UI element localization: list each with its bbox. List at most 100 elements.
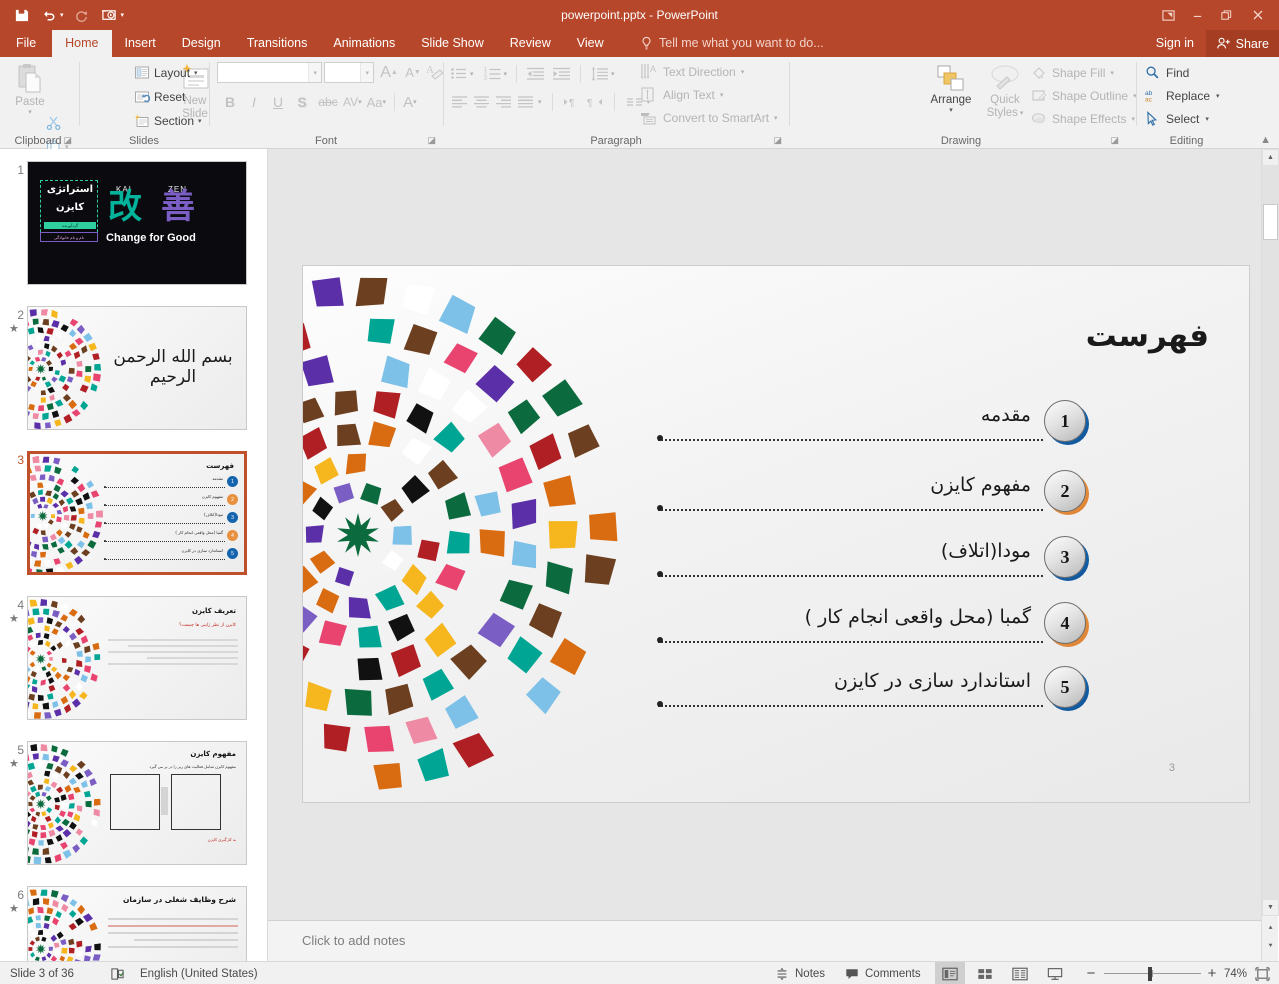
language-indicator[interactable]: English (United States) — [140, 962, 258, 984]
align-right-button[interactable] — [494, 95, 513, 109]
line-spacing-dropdown-icon[interactable]: ▾ — [611, 70, 615, 78]
stage-scroll-down-button[interactable]: ▼ — [1262, 899, 1279, 916]
change-case-dropdown-icon[interactable]: ▾ — [383, 98, 387, 106]
change-case-button[interactable]: Aa ▾ — [367, 95, 386, 110]
tab-design[interactable]: Design — [169, 30, 234, 57]
tell-me-search[interactable]: Tell me what you want to do... — [640, 30, 824, 57]
text-shadow-button[interactable]: S — [291, 94, 313, 110]
toc-item-2[interactable]: مفهوم کایزن 2 — [657, 470, 1089, 528]
replace-button[interactable]: ab ac Replace ▾ — [1145, 88, 1220, 104]
font-name-combo[interactable]: ▾ — [217, 62, 322, 83]
shape-fill-dropdown-icon[interactable]: ▾ — [1110, 69, 1114, 77]
paragraph-dialog-launcher[interactable]: ◪ — [773, 135, 782, 146]
thumbnail-frame-5[interactable]: مفهوم کایزن مفهوم کایزن شامل فعالیت های … — [27, 741, 247, 865]
numbering-button[interactable]: 1 2 3 — [484, 66, 502, 82]
ribbon-display-options-icon[interactable] — [1154, 2, 1183, 28]
close-icon[interactable] — [1241, 2, 1275, 28]
strikethrough-button[interactable]: abc — [315, 95, 341, 109]
find-button[interactable]: Find — [1145, 65, 1189, 80]
stage-scroll-thumb[interactable] — [1263, 204, 1278, 240]
replace-dropdown-icon[interactable]: ▾ — [1216, 92, 1220, 100]
convert-smartart-dropdown-icon[interactable]: ▾ — [774, 114, 778, 122]
thumbnail-slide-3[interactable]: 3 فهرست 1 مقدمه 2 مفهوم کایزن 3 مودا(اتلاف) 4 گ… — [0, 451, 267, 583]
align-center-button[interactable] — [472, 95, 491, 109]
slide-thumbnail-pane[interactable]: 1 استراتژی کایزن گردآورنده نام و نام خان… — [0, 149, 268, 961]
thumbnail-frame-1[interactable]: استراتژی کایزن گردآورنده نام و نام خانوا… — [27, 161, 247, 285]
columns-dropdown-icon[interactable]: ▾ — [538, 98, 542, 106]
drawing-dialog-launcher[interactable]: ◪ — [1110, 135, 1119, 146]
clear-formatting-button[interactable]: A — [426, 62, 444, 82]
grow-font-button[interactable]: A ▲ — [378, 62, 400, 83]
bold-button[interactable]: B — [219, 94, 241, 110]
section-dropdown-icon[interactable]: ▾ — [198, 117, 202, 125]
arrange-button[interactable]: Arrange ▾ — [924, 64, 978, 114]
font-name-input[interactable] — [218, 63, 309, 82]
restore-icon[interactable] — [1212, 2, 1241, 28]
slide-indicator[interactable]: Slide 3 of 36 — [10, 962, 74, 984]
minimize-icon[interactable] — [1183, 2, 1212, 28]
tab-slide-show[interactable]: Slide Show — [408, 30, 497, 57]
slide-editing-stage[interactable]: فهرست مقدمه 1 مفهوم کایزن 2 مودا(اتلاف) … — [268, 149, 1261, 920]
font-color-button[interactable]: A ▾ — [403, 94, 417, 111]
next-slide-button[interactable]: ⯆ — [1262, 938, 1279, 955]
zoom-out-button[interactable]: − — [1083, 962, 1099, 984]
tab-animations[interactable]: Animations — [320, 30, 408, 57]
align-left-button[interactable] — [450, 95, 469, 109]
paste-button[interactable]: Paste ▾ — [8, 63, 52, 116]
bullets-button[interactable] — [450, 66, 468, 82]
collapse-ribbon-button[interactable]: ▲ — [1260, 134, 1271, 146]
font-size-combo[interactable]: ▾ — [324, 62, 374, 83]
select-button[interactable]: Select ▾ — [1145, 111, 1209, 126]
italic-button[interactable]: I — [243, 94, 265, 110]
line-spacing-button[interactable] — [590, 66, 609, 82]
text-direction-dropdown-icon[interactable]: ▾ — [741, 68, 745, 76]
zoom-in-button[interactable]: + — [1204, 962, 1220, 984]
toc-item-1[interactable]: مقدمه 1 — [657, 400, 1089, 458]
slide-title[interactable]: فهرست — [1086, 318, 1209, 354]
thumbnail-frame-2[interactable]: بسم الله الرحمن الرحیم — [27, 306, 247, 430]
thumbnail-slide-2[interactable]: 2 ★ بسم الله الرحمن الرحیم — [0, 306, 267, 438]
increase-indent-button[interactable] — [552, 66, 571, 82]
tab-view[interactable]: View — [564, 30, 617, 57]
shrink-font-button[interactable]: A ▼ — [402, 62, 424, 83]
toc-item-5[interactable]: استاندارد سازی در کایزن 5 — [657, 666, 1089, 724]
font-name-dropdown-icon[interactable]: ▾ — [308, 63, 321, 82]
previous-slide-button[interactable]: ⯅ — [1262, 920, 1279, 937]
share-button[interactable]: Share — [1205, 30, 1279, 57]
select-dropdown-icon[interactable]: ▾ — [1205, 115, 1209, 123]
thumbnail-frame-4[interactable]: تعریف کایزن کایزن از نظر ژاپنی ها چیست؟ — [27, 596, 247, 720]
toc-item-4[interactable]: گمبا (محل واقعی انجام کار ) 4 — [657, 602, 1089, 660]
stage-scroll-track[interactable] — [1262, 166, 1279, 899]
thumbnail-slide-6[interactable]: 6 ★ شرح وظایف شغلی در سازمان — [0, 886, 267, 961]
thumbnail-frame-6[interactable]: شرح وظایف شغلی در سازمان — [27, 886, 247, 961]
current-slide[interactable]: فهرست مقدمه 1 مفهوم کایزن 2 مودا(اتلاف) … — [302, 265, 1250, 803]
stage-scroll-up-button[interactable]: ▲ — [1262, 149, 1279, 166]
tab-transitions[interactable]: Transitions — [234, 30, 321, 57]
font-size-input[interactable] — [325, 63, 361, 82]
quick-styles-button[interactable]: Quick Styles ▾ — [981, 64, 1029, 119]
character-spacing-dropdown-icon[interactable]: ▾ — [358, 98, 362, 106]
zoom-slider-track[interactable] — [1104, 962, 1201, 984]
reading-view-button[interactable] — [1005, 962, 1035, 984]
notes-toggle-button[interactable]: Notes — [775, 962, 825, 984]
thumbnail-frame-3[interactable]: فهرست 1 مقدمه 2 مفهوم کایزن 3 مودا(اتلاف) 4 گمب… — [27, 451, 247, 575]
stage-scrollbar[interactable]: ▲ ▼ ⯅ ⯆ — [1261, 149, 1279, 961]
quick-styles-dropdown-icon[interactable]: ▾ — [1020, 109, 1024, 117]
fit-slide-button[interactable] — [1255, 962, 1270, 984]
font-color-dropdown-icon[interactable]: ▾ — [413, 98, 417, 106]
rtl-text-direction-button[interactable]: ¶ — [585, 95, 604, 109]
font-size-dropdown-icon[interactable]: ▾ — [360, 63, 373, 82]
align-text-button[interactable]: Align Text ▾ — [640, 86, 723, 103]
slide-sorter-button[interactable] — [970, 962, 1000, 984]
decrease-indent-button[interactable] — [526, 66, 545, 82]
tab-file[interactable]: File — [0, 30, 52, 57]
sign-in-button[interactable]: Sign in — [1156, 30, 1194, 57]
align-text-dropdown-icon[interactable]: ▾ — [720, 91, 724, 99]
shape-outline-button[interactable]: Shape Outline ▾ — [1031, 88, 1137, 104]
character-spacing-button[interactable]: AV ▾ — [343, 95, 362, 109]
zoom-slider[interactable] — [1104, 962, 1201, 984]
justify-button[interactable] — [516, 95, 535, 109]
thumbnail-slide-4[interactable]: 4 ★ تعریف کایزن کایزن از نظر ژاپنی ها چی… — [0, 596, 267, 728]
toc-item-3[interactable]: مودا(اتلاف) 3 — [657, 536, 1089, 594]
comments-toggle-button[interactable]: Comments — [845, 962, 921, 984]
